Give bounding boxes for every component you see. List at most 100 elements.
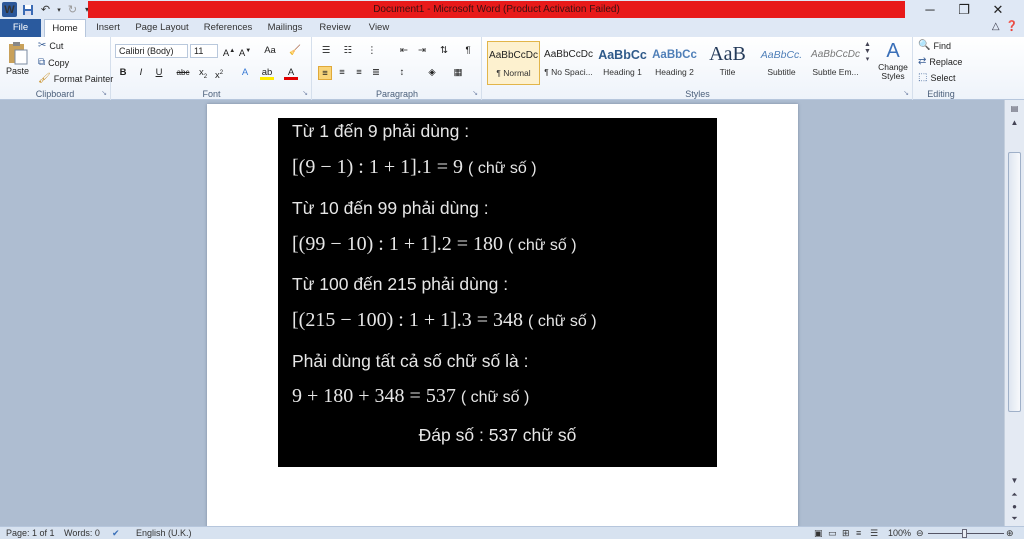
close-button[interactable]: ✕: [981, 0, 1015, 19]
align-left-icon[interactable]: ≡: [318, 66, 332, 80]
style-no-spacing[interactable]: AaBbCcDc ¶ No Spaci...: [542, 41, 595, 85]
tab-insert[interactable]: Insert: [88, 19, 128, 37]
save-icon[interactable]: [20, 2, 35, 17]
clipboard-launcher-icon[interactable]: ↘: [101, 89, 107, 97]
justify-icon[interactable]: ≣: [369, 66, 383, 80]
page-count[interactable]: Page: 1 of 1: [6, 527, 55, 539]
replace-button[interactable]: ⇄ Replace: [918, 56, 962, 67]
styles-scroll[interactable]: ▲ ▼ ▾: [864, 41, 871, 63]
shading-icon[interactable]: ◈: [425, 66, 439, 80]
vertical-scrollbar[interactable]: ▤ ▲ ▼ ⏶ ● ⏷: [1004, 100, 1024, 526]
numbering-icon[interactable]: ☷: [341, 44, 355, 58]
zoom-in-icon[interactable]: ⊕: [1006, 527, 1014, 539]
word-count[interactable]: Words: 0: [64, 527, 100, 539]
text-effects-icon[interactable]: A: [238, 66, 252, 80]
clipboard-group: Paste ✂ Cut ⧉ Copy 🖌 Format Painter Clipboa…: [0, 37, 113, 100]
language-indicator[interactable]: English (U.K.): [136, 527, 192, 539]
shrink-font-icon[interactable]: A▼: [238, 44, 252, 59]
help-icon[interactable]: ❓: [1006, 21, 1018, 32]
tab-file[interactable]: File: [0, 19, 41, 37]
ribbon-minimize-icon[interactable]: △: [992, 21, 1000, 32]
line-spacing-icon[interactable]: ↕: [395, 66, 409, 80]
next-page-icon[interactable]: ⏷: [1005, 512, 1024, 526]
align-center-icon[interactable]: ≡: [335, 66, 349, 80]
styles-group: AaBbCcDc ¶ Normal AaBbCcDc ¶ No Spaci...…: [483, 37, 913, 100]
tab-references[interactable]: References: [199, 19, 257, 37]
scroll-up-icon[interactable]: ▲: [864, 41, 871, 48]
undo-dropdown-icon[interactable]: ▾: [56, 2, 62, 17]
outline-icon[interactable]: ≡: [856, 527, 861, 539]
font-name-box[interactable]: Calibri (Body): [115, 44, 188, 58]
word-logo-icon[interactable]: W: [2, 2, 17, 17]
proofing-icon[interactable]: ✔: [112, 527, 120, 539]
underline-icon[interactable]: U: [152, 66, 166, 80]
paragraph-launcher-icon[interactable]: ↘: [472, 89, 478, 97]
scroll-down-icon[interactable]: ▼: [864, 48, 871, 55]
styles-launcher-icon[interactable]: ↘: [903, 89, 909, 97]
font-size-box[interactable]: 11: [190, 44, 218, 58]
copy-button[interactable]: ⧉ Copy: [38, 57, 69, 68]
scissors-icon: ✂: [38, 40, 47, 51]
change-case-button[interactable]: Aa: [260, 44, 280, 58]
highlight-icon[interactable]: ab: [260, 66, 274, 80]
style-subtle-emphasis[interactable]: AaBbCcDc Subtle Em...: [809, 41, 862, 85]
tab-home[interactable]: Home: [44, 19, 86, 37]
show-marks-icon[interactable]: ¶: [461, 44, 475, 58]
style-heading-1[interactable]: AaBbCc Heading 1: [596, 41, 649, 85]
tab-view[interactable]: View: [362, 19, 396, 37]
style-normal[interactable]: AaBbCcDc ¶ Normal: [487, 41, 540, 85]
styles-label: Styles: [685, 89, 710, 99]
more-styles-icon[interactable]: ▾: [866, 55, 870, 63]
redo-icon[interactable]: ↻: [65, 2, 80, 17]
ribbon: Paste ✂ Cut ⧉ Copy 🖌 Format Painter Clipboa…: [0, 37, 1024, 100]
clear-formatting-icon[interactable]: 🧹: [288, 44, 302, 58]
document-area[interactable]: Từ 1 đến 9 phải dùng : [(9 − 1) : 1 + 1]…: [0, 100, 1004, 526]
find-button[interactable]: 🔍 Find: [918, 40, 951, 51]
style-title[interactable]: AaB Title: [701, 41, 754, 85]
select-button[interactable]: ⬚ Select: [918, 72, 955, 83]
cut-button[interactable]: ✂ Cut: [38, 40, 63, 51]
font-launcher-icon[interactable]: ↘: [302, 89, 308, 97]
scroll-down-arrow-icon[interactable]: ▼: [1005, 474, 1024, 488]
zoom-slider-thumb[interactable]: [962, 529, 967, 538]
full-screen-reading-icon[interactable]: ▭: [828, 527, 837, 539]
superscript-icon[interactable]: x2: [212, 66, 226, 81]
document-page[interactable]: Từ 1 đến 9 phải dùng : [(9 − 1) : 1 + 1]…: [207, 104, 798, 526]
tab-review[interactable]: Review: [313, 19, 357, 37]
editing-label: Editing: [927, 89, 955, 99]
undo-icon[interactable]: ↶: [38, 2, 53, 17]
decrease-indent-icon[interactable]: ⇤: [397, 44, 411, 58]
tab-page-layout[interactable]: Page Layout: [131, 19, 193, 37]
editing-group: 🔍 Find ⇄ Replace ⬚ Select Editing: [914, 37, 968, 100]
font-color-icon[interactable]: A: [284, 66, 298, 80]
scroll-up-arrow-icon[interactable]: ▲: [1005, 116, 1024, 130]
style-heading-2[interactable]: AaBbCc Heading 2: [648, 41, 701, 85]
restore-button[interactable]: ❐: [947, 0, 981, 19]
strikethrough-icon[interactable]: abc: [176, 66, 190, 80]
borders-icon[interactable]: ▦: [451, 66, 465, 80]
multilevel-list-icon[interactable]: ⋮: [365, 44, 379, 58]
minimize-button[interactable]: ─: [913, 0, 947, 19]
sort-icon[interactable]: ⇅: [437, 44, 451, 58]
draft-icon[interactable]: ☰: [870, 527, 878, 539]
ruler-toggle-icon[interactable]: ▤: [1005, 102, 1024, 116]
increase-indent-icon[interactable]: ⇥: [415, 44, 429, 58]
format-painter-button[interactable]: 🖌 Format Painter: [38, 73, 113, 84]
bold-icon[interactable]: B: [116, 66, 130, 80]
paste-button[interactable]: Paste: [6, 41, 29, 76]
zoom-level[interactable]: 100%: [888, 527, 911, 539]
bullets-icon[interactable]: ☰: [319, 44, 333, 58]
zoom-out-icon[interactable]: ⊖: [916, 527, 924, 539]
style-subtitle[interactable]: AaBbCc. Subtitle: [755, 41, 808, 85]
paragraph-group: ☰ ☷ ⋮ ⇤ ⇥ ⇅ ¶ ≡ ≡ ≡ ≣ ↕ ◈ ▦ Paragraph ↘: [313, 37, 482, 100]
web-layout-icon[interactable]: ⊞: [842, 527, 850, 539]
italic-icon[interactable]: I: [134, 66, 148, 80]
change-styles-button[interactable]: A Change Styles: [875, 40, 911, 81]
grow-font-icon[interactable]: A▲: [222, 44, 236, 59]
align-right-icon[interactable]: ≡: [352, 66, 366, 80]
print-layout-icon[interactable]: ▣: [814, 527, 823, 539]
scroll-thumb[interactable]: [1008, 152, 1021, 412]
paragraph-label: Paragraph: [375, 89, 419, 99]
tab-mailings[interactable]: Mailings: [262, 19, 308, 37]
subscript-icon[interactable]: x2: [196, 66, 210, 80]
